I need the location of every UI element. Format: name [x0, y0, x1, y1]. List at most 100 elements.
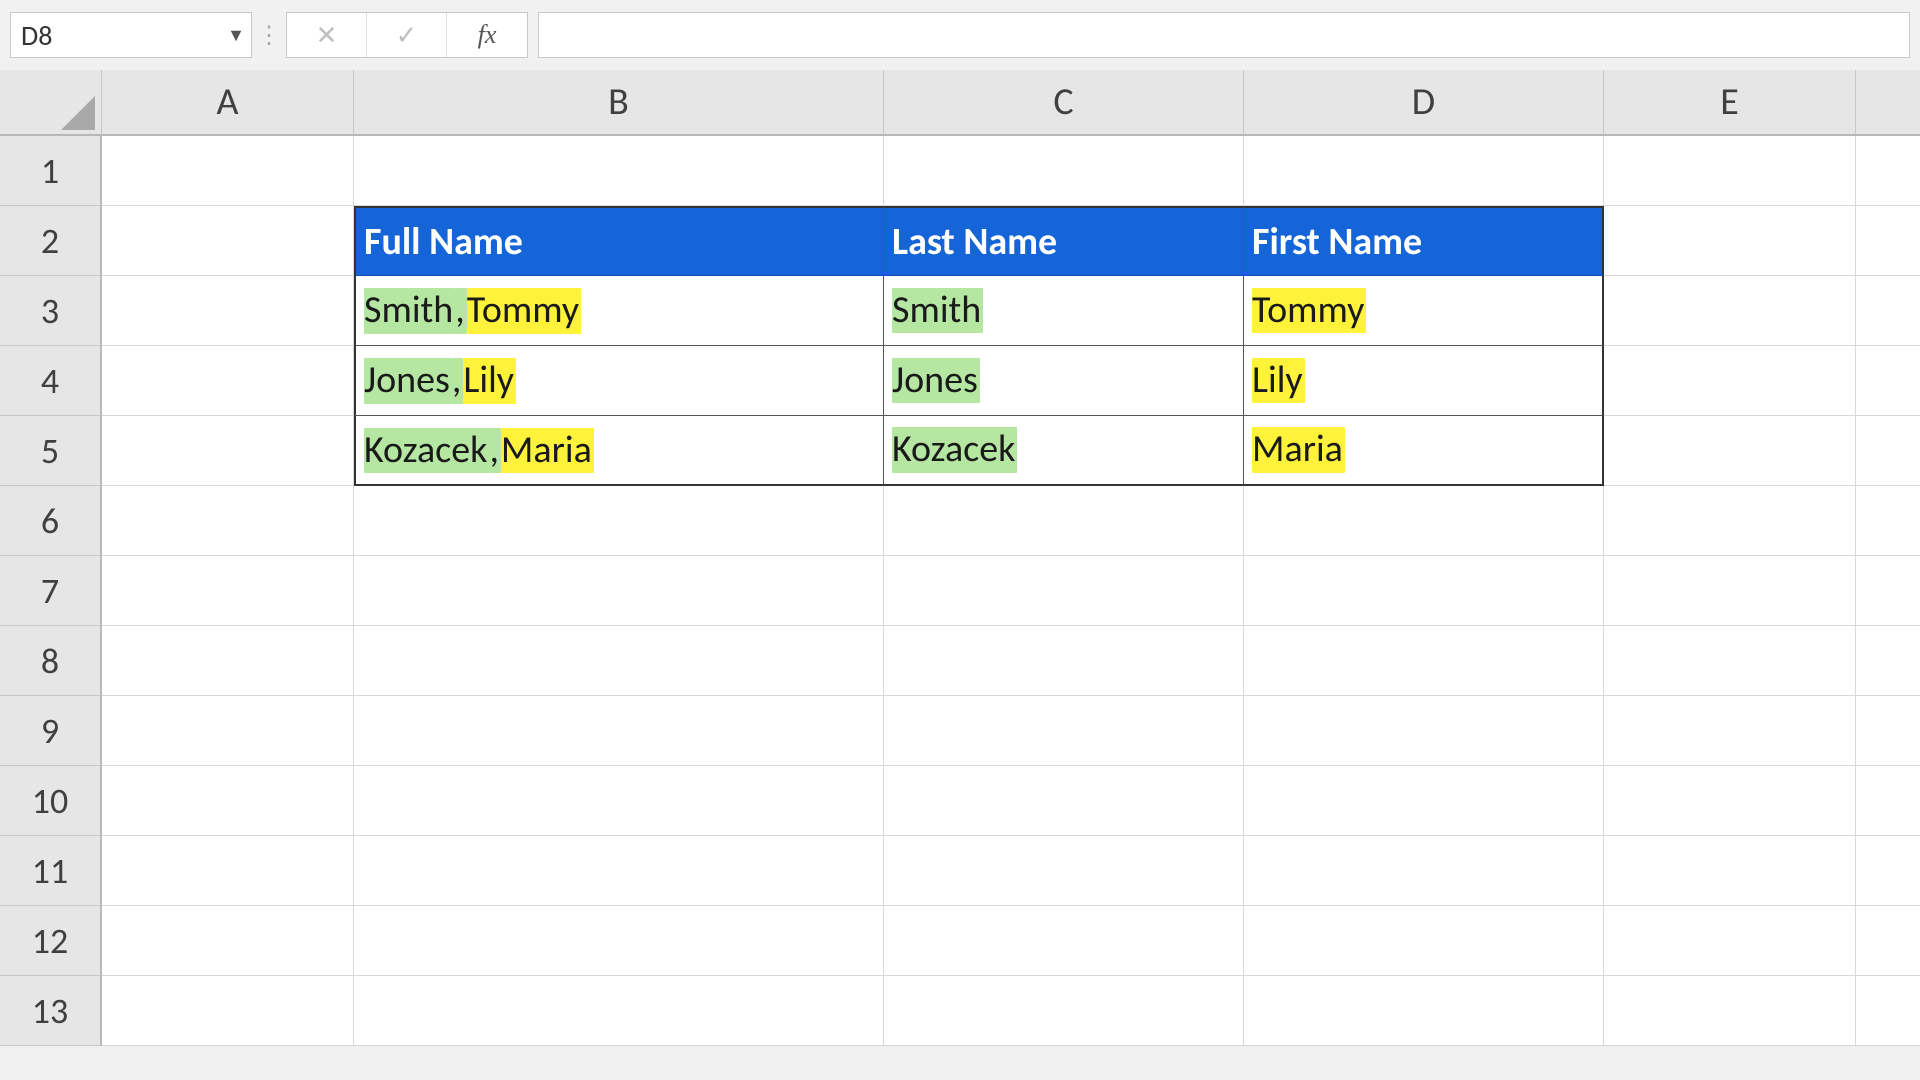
- cell-F5[interactable]: [1856, 416, 1920, 486]
- cell-D7[interactable]: [1244, 556, 1604, 626]
- row-header-12[interactable]: 12: [0, 906, 102, 976]
- cell-C4[interactable]: Jones: [884, 346, 1244, 416]
- cell-A13[interactable]: [102, 976, 354, 1046]
- cell-F11[interactable]: [1856, 836, 1920, 906]
- row-header-10[interactable]: 10: [0, 766, 102, 836]
- cell-A4[interactable]: [102, 346, 354, 416]
- cell-C5[interactable]: Kozacek: [884, 416, 1244, 486]
- cell-B9[interactable]: [354, 696, 884, 766]
- cell-E5[interactable]: [1604, 416, 1856, 486]
- cell-A12[interactable]: [102, 906, 354, 976]
- cell-E4[interactable]: [1604, 346, 1856, 416]
- cell-C11[interactable]: [884, 836, 1244, 906]
- cell-B1[interactable]: [354, 136, 884, 206]
- cell-E12[interactable]: [1604, 906, 1856, 976]
- row-header-2[interactable]: 2: [0, 206, 102, 276]
- cell-D6[interactable]: [1244, 486, 1604, 556]
- cell-B12[interactable]: [354, 906, 884, 976]
- cell-D8[interactable]: [1244, 626, 1604, 696]
- cell-B6[interactable]: [354, 486, 884, 556]
- row-header-3[interactable]: 3: [0, 276, 102, 346]
- cell-A7[interactable]: [102, 556, 354, 626]
- cell-D4[interactable]: Lily: [1244, 346, 1604, 416]
- cell-E2[interactable]: [1604, 206, 1856, 276]
- cell-C8[interactable]: [884, 626, 1244, 696]
- cell-A1[interactable]: [102, 136, 354, 206]
- cell-D3[interactable]: Tommy: [1244, 276, 1604, 346]
- cell-A2[interactable]: [102, 206, 354, 276]
- cell-C7[interactable]: [884, 556, 1244, 626]
- cell-C2[interactable]: Last Name: [884, 206, 1244, 276]
- cell-A3[interactable]: [102, 276, 354, 346]
- row-header-9[interactable]: 9: [0, 696, 102, 766]
- cell-E1[interactable]: [1604, 136, 1856, 206]
- cell-A9[interactable]: [102, 696, 354, 766]
- cell-F9[interactable]: [1856, 696, 1920, 766]
- fx-button[interactable]: fx: [447, 13, 527, 57]
- cell-F2[interactable]: [1856, 206, 1920, 276]
- cell-D1[interactable]: [1244, 136, 1604, 206]
- name-box[interactable]: D8 ▼: [10, 12, 252, 58]
- cell-F3[interactable]: [1856, 276, 1920, 346]
- cell-B8[interactable]: [354, 626, 884, 696]
- cell-C1[interactable]: [884, 136, 1244, 206]
- row-header-1[interactable]: 1: [0, 136, 102, 206]
- cell-B7[interactable]: [354, 556, 884, 626]
- cell-B10[interactable]: [354, 766, 884, 836]
- cell-C9[interactable]: [884, 696, 1244, 766]
- cell-B2[interactable]: Full Name: [354, 206, 884, 276]
- cell-A10[interactable]: [102, 766, 354, 836]
- cell-B5[interactable]: Kozacek, Maria: [354, 416, 884, 486]
- cell-D12[interactable]: [1244, 906, 1604, 976]
- row-header-8[interactable]: 8: [0, 626, 102, 696]
- cell-D2[interactable]: First Name: [1244, 206, 1604, 276]
- cell-C12[interactable]: [884, 906, 1244, 976]
- chevron-down-icon[interactable]: ▼: [227, 24, 245, 46]
- cell-E9[interactable]: [1604, 696, 1856, 766]
- cell-E10[interactable]: [1604, 766, 1856, 836]
- row-header-11[interactable]: 11: [0, 836, 102, 906]
- cell-C3[interactable]: Smith: [884, 276, 1244, 346]
- cell-C10[interactable]: [884, 766, 1244, 836]
- cell-E7[interactable]: [1604, 556, 1856, 626]
- cell-F4[interactable]: [1856, 346, 1920, 416]
- cell-D9[interactable]: [1244, 696, 1604, 766]
- cell-F6[interactable]: [1856, 486, 1920, 556]
- formula-input[interactable]: [538, 12, 1910, 58]
- cell-B11[interactable]: [354, 836, 884, 906]
- cell-B4[interactable]: Jones, Lily: [354, 346, 884, 416]
- select-all-corner[interactable]: [0, 70, 102, 134]
- cell-A6[interactable]: [102, 486, 354, 556]
- column-header-F[interactable]: [1856, 70, 1920, 134]
- cell-F8[interactable]: [1856, 626, 1920, 696]
- cell-B13[interactable]: [354, 976, 884, 1046]
- cell-D5[interactable]: Maria: [1244, 416, 1604, 486]
- row-header-13[interactable]: 13: [0, 976, 102, 1046]
- row-header-7[interactable]: 7: [0, 556, 102, 626]
- row-header-6[interactable]: 6: [0, 486, 102, 556]
- column-header-A[interactable]: A: [102, 70, 354, 134]
- cell-F13[interactable]: [1856, 976, 1920, 1046]
- column-header-D[interactable]: D: [1244, 70, 1604, 134]
- cell-C6[interactable]: [884, 486, 1244, 556]
- cell-D11[interactable]: [1244, 836, 1604, 906]
- cell-B3[interactable]: Smith, Tommy: [354, 276, 884, 346]
- cell-A5[interactable]: [102, 416, 354, 486]
- column-header-B[interactable]: B: [354, 70, 884, 134]
- cell-C13[interactable]: [884, 976, 1244, 1046]
- cancel-button[interactable]: ✕: [287, 13, 367, 57]
- cell-E13[interactable]: [1604, 976, 1856, 1046]
- cell-A11[interactable]: [102, 836, 354, 906]
- column-header-C[interactable]: C: [884, 70, 1244, 134]
- cell-F10[interactable]: [1856, 766, 1920, 836]
- cell-F7[interactable]: [1856, 556, 1920, 626]
- cell-A8[interactable]: [102, 626, 354, 696]
- cell-E11[interactable]: [1604, 836, 1856, 906]
- enter-button[interactable]: ✓: [367, 13, 447, 57]
- cell-F1[interactable]: [1856, 136, 1920, 206]
- cell-E3[interactable]: [1604, 276, 1856, 346]
- row-header-4[interactable]: 4: [0, 346, 102, 416]
- cell-E6[interactable]: [1604, 486, 1856, 556]
- cell-E8[interactable]: [1604, 626, 1856, 696]
- cell-D10[interactable]: [1244, 766, 1604, 836]
